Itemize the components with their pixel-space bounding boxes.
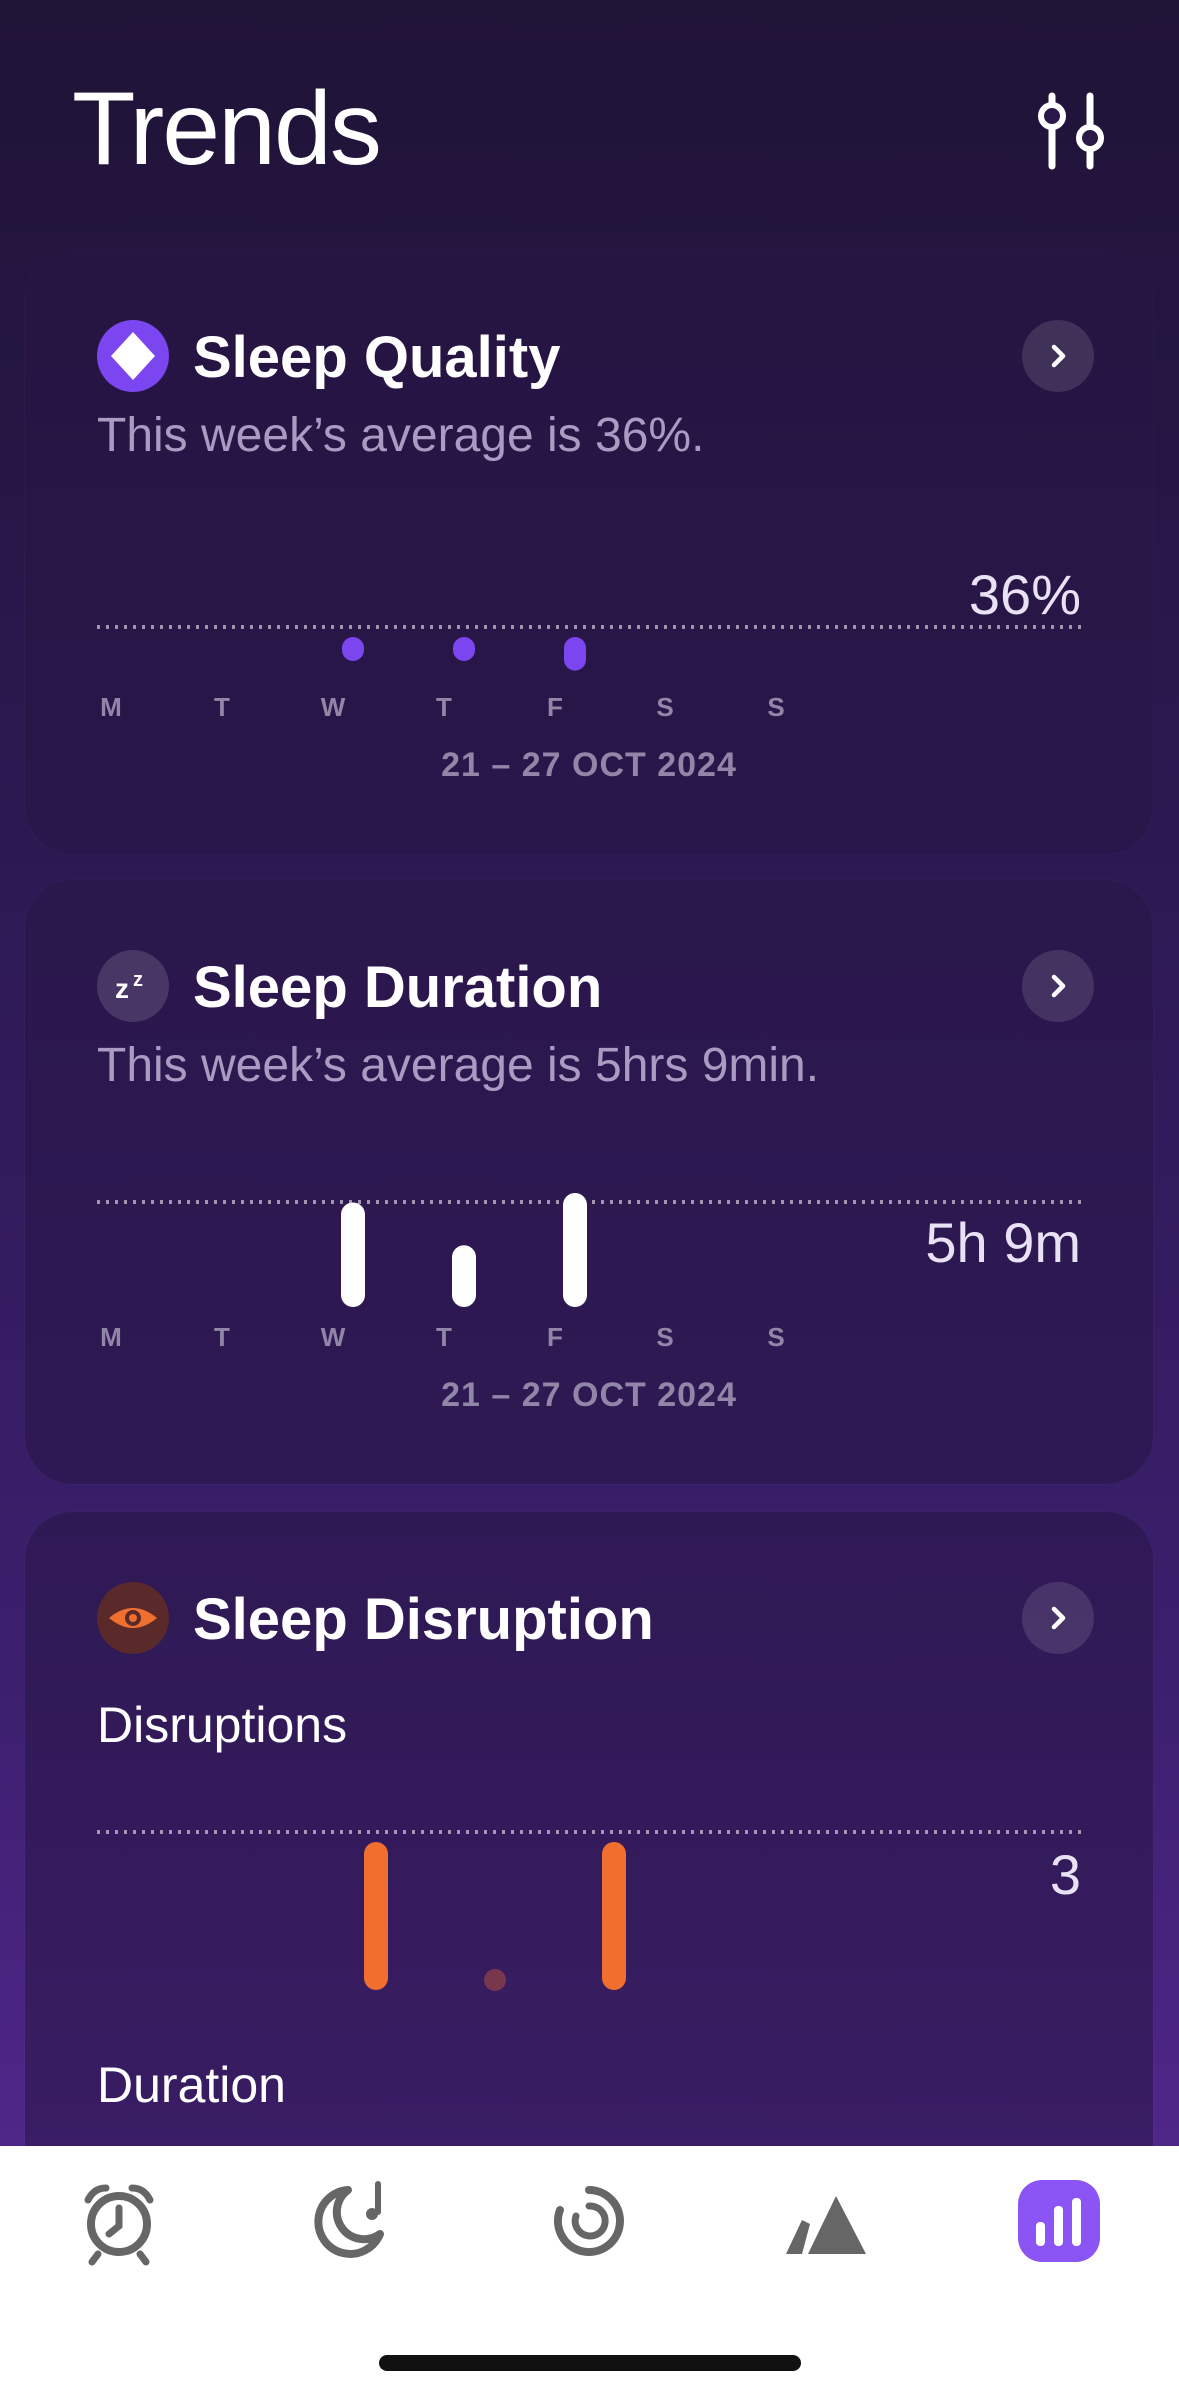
date-range: 21 – 27 OCT 2024 — [441, 1376, 737, 1414]
day-label: T — [214, 692, 230, 722]
date-range: 21 – 27 OCT 2024 — [441, 746, 737, 784]
disruption-dot — [484, 1969, 506, 1991]
duration-bar — [341, 1202, 365, 1307]
filter-button[interactable] — [1032, 86, 1112, 176]
alarm-icon — [84, 2184, 154, 2266]
tab-cycle[interactable] — [544, 2176, 634, 2266]
disruption-bar — [602, 1842, 626, 1990]
quality-bar — [564, 637, 586, 671]
day-label: W — [320, 1322, 346, 1352]
day-label: F — [547, 1322, 563, 1352]
day-label: T — [436, 692, 452, 722]
trends-icon — [1018, 2180, 1100, 2262]
day-label: W — [320, 692, 346, 722]
day-label: T — [436, 1322, 452, 1352]
sleep-disruption-card[interactable]: Sleep Disruption Disruptions 3 Duration — [25, 1512, 1153, 2212]
day-label: S — [767, 692, 785, 722]
quality-bar — [453, 637, 475, 661]
sleep-duration-card[interactable]: z z Sleep Duration This week’s average i… — [25, 880, 1153, 1484]
mountain-icon — [786, 2196, 866, 2254]
day-label: T — [214, 1322, 230, 1352]
sleep-sounds-icon — [314, 2181, 384, 2258]
tab-alarm[interactable] — [74, 2176, 164, 2266]
day-label: M — [100, 1322, 122, 1352]
day-label: S — [767, 1322, 785, 1352]
tab-mountain[interactable] — [780, 2176, 870, 2266]
home-indicator — [379, 2355, 801, 2371]
sleep-quality-card[interactable]: Sleep Quality This week’s average is 36%… — [25, 250, 1153, 854]
duration-bar — [563, 1193, 587, 1307]
day-label: S — [656, 692, 674, 722]
sliders-icon — [1038, 92, 1104, 170]
quality-bar — [342, 637, 364, 661]
sleep-cycle-icon — [554, 2186, 624, 2256]
tab-trends[interactable] — [1014, 2176, 1104, 2266]
duration-bar — [452, 1245, 476, 1307]
day-label: F — [547, 692, 563, 722]
page-title: Trends — [72, 71, 382, 187]
tab-sounds[interactable] — [308, 2176, 398, 2266]
duration-label: Duration — [97, 2057, 286, 2113]
disruption-bar — [364, 1842, 388, 1990]
day-label: S — [656, 1322, 674, 1352]
day-label: M — [100, 692, 122, 722]
